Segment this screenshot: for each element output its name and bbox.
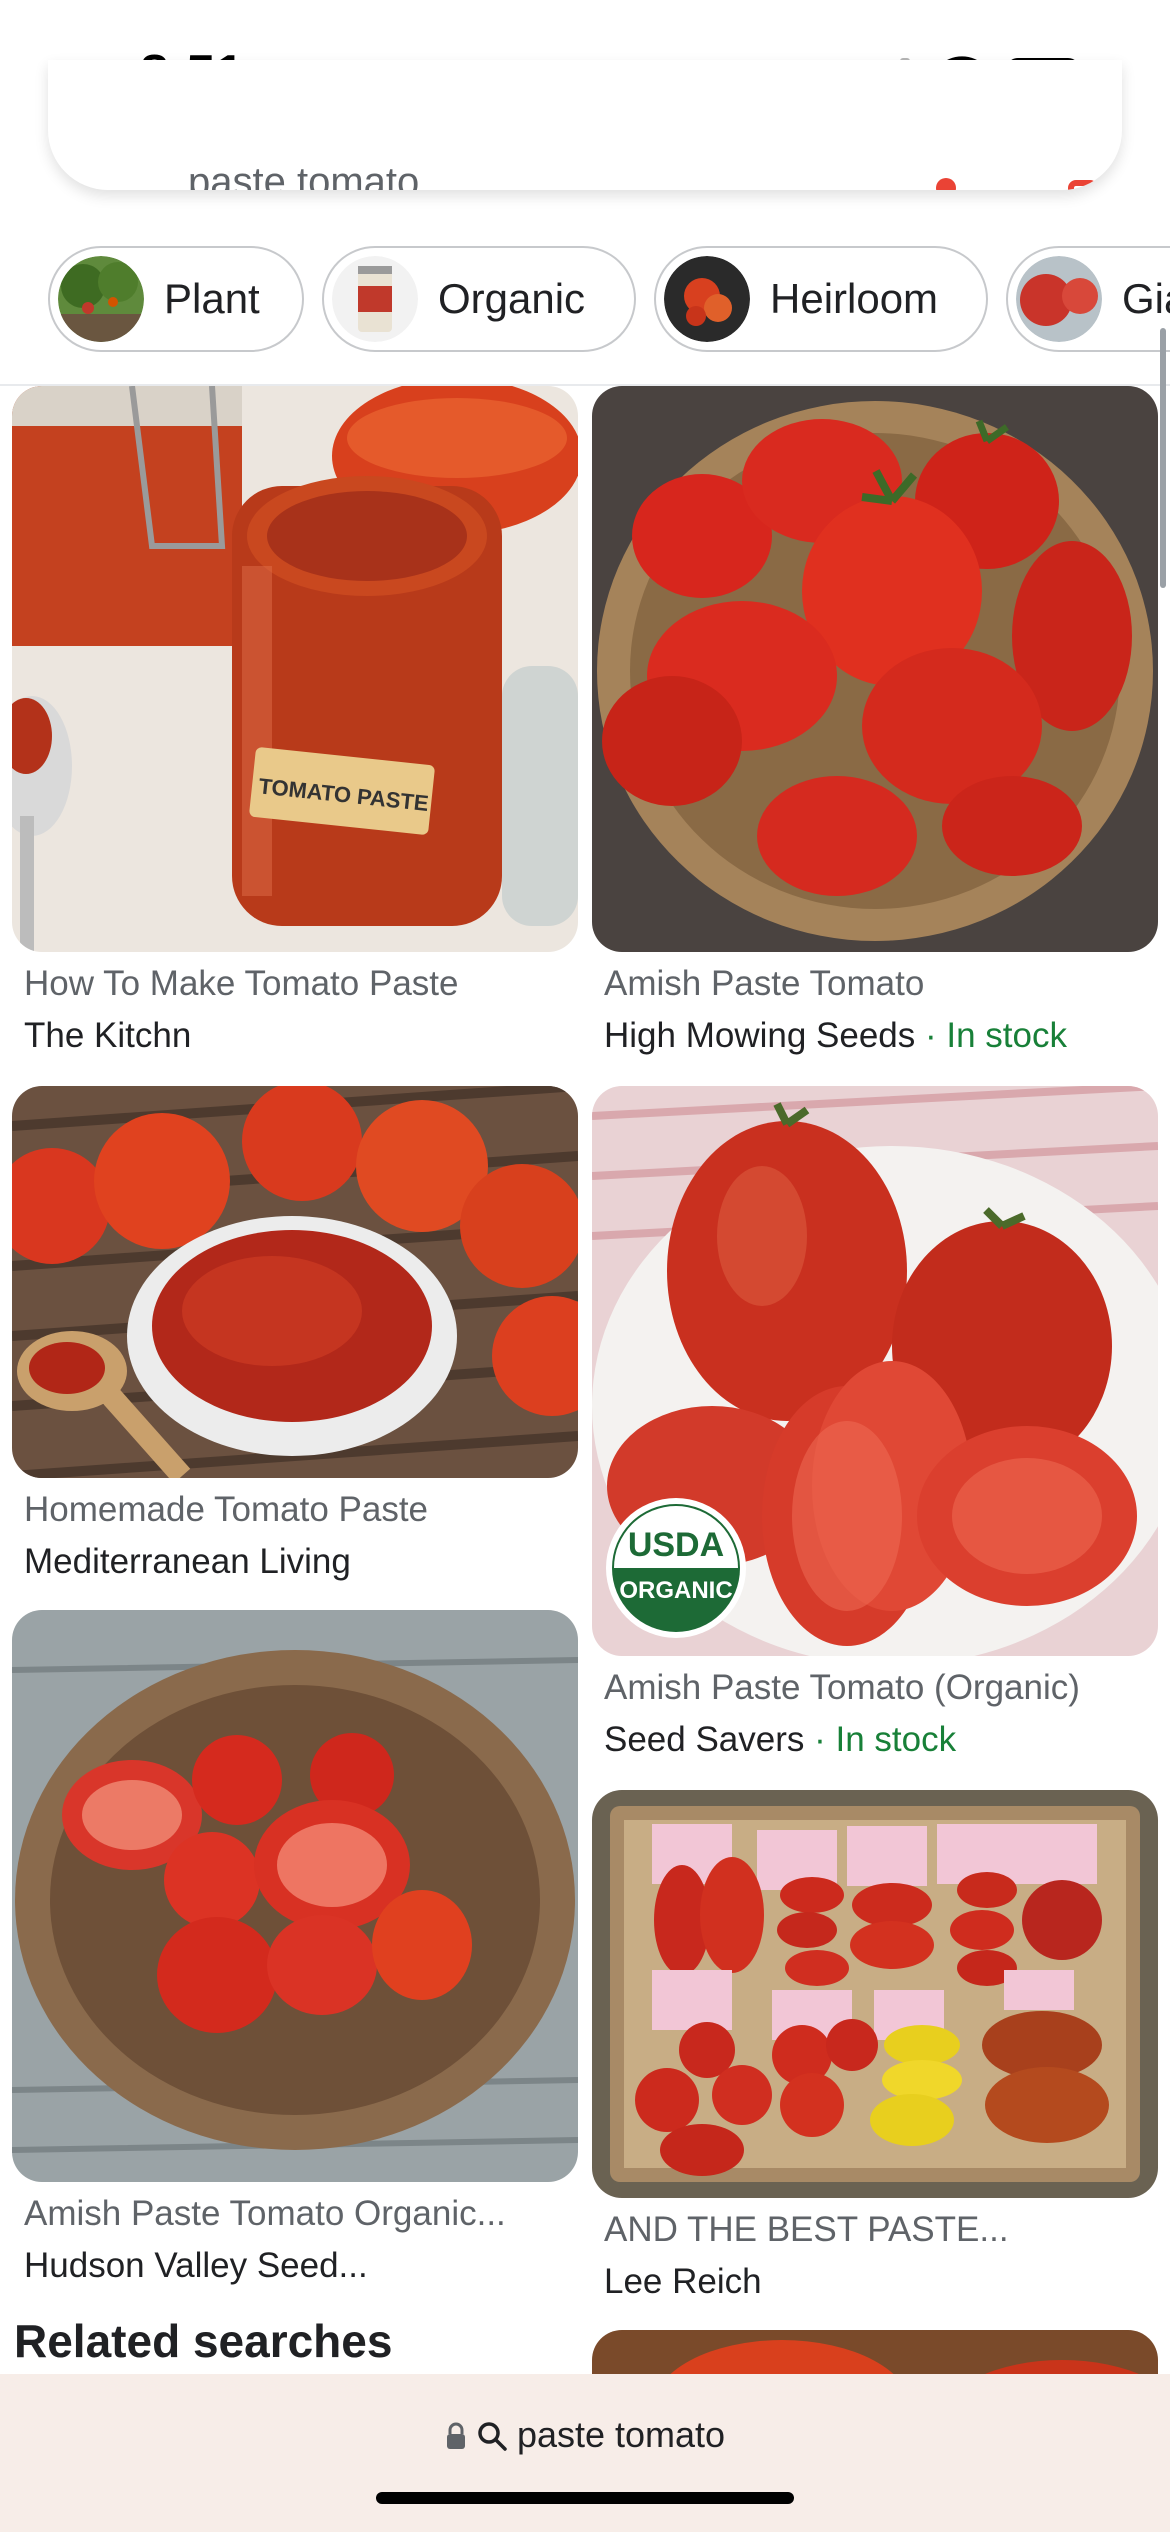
- result-title[interactable]: AND THE BEST PASTE...: [604, 2210, 1009, 2250]
- result-title[interactable]: How To Make Tomato Paste: [24, 964, 458, 1004]
- chip-giant[interactable]: Gia: [1006, 246, 1170, 352]
- paste-tomato-varieties-image: [592, 1790, 1158, 2198]
- result-title[interactable]: Amish Paste Tomato: [604, 964, 924, 1004]
- lens-icon[interactable]: [1068, 180, 1098, 190]
- usda-seal-bottom: ORGANIC: [619, 1577, 732, 1604]
- url-query: paste tomato: [516, 2414, 726, 2455]
- chip-label: Heirloom: [770, 275, 939, 322]
- result-image-4[interactable]: USDA ORGANIC: [592, 1086, 1158, 1656]
- result-source: High Mowing Seeds · In stock: [604, 1016, 1067, 1056]
- filter-chips: Plant Organic Heirloom Gi: [0, 246, 1170, 358]
- source-name: The Kitchn: [24, 1016, 192, 1055]
- lock-icon: [446, 2422, 465, 2449]
- chip-plant-thumbnail: [58, 256, 144, 342]
- in-stock-label: · In stock: [804, 1720, 957, 1759]
- result-source: Hudson Valley Seed...: [24, 2246, 368, 2286]
- tomato-paste-jar-image: TOMATO PASTE: [12, 386, 578, 952]
- tomato-basket-image: [592, 386, 1158, 952]
- chip-plant[interactable]: Plant: [48, 246, 304, 352]
- result-title[interactable]: Amish Paste Tomato Organic...: [24, 2194, 506, 2234]
- url-bar[interactable]: paste tomato: [0, 2374, 1170, 2532]
- chip-heirloom[interactable]: Heirloom: [654, 246, 988, 352]
- result-source: The Kitchn: [24, 1016, 191, 1056]
- search-bar[interactable]: paste tomato: [48, 60, 1122, 190]
- source-name: High Mowing Seeds: [604, 1016, 916, 1055]
- chip-heirloom-thumbnail: [664, 256, 750, 342]
- result-title[interactable]: Homemade Tomato Paste: [24, 1490, 428, 1530]
- chip-organic-thumbnail: [332, 256, 418, 342]
- tomatoes-wooden-bowl-image: [12, 1610, 578, 2182]
- in-stock-label: · In stock: [915, 1016, 1067, 1055]
- url-text[interactable]: paste tomato: [0, 2414, 1170, 2456]
- source-name: Hudson Valley Seed...: [24, 2246, 368, 2285]
- amish-paste-organic-image: USDA ORGANIC: [592, 1086, 1158, 1656]
- result-source: Lee Reich: [604, 2262, 762, 2302]
- result-title[interactable]: Amish Paste Tomato (Organic): [604, 1668, 1080, 1708]
- result-image-6[interactable]: [592, 1790, 1158, 2198]
- chip-label: Plant: [164, 275, 260, 322]
- source-name: Lee Reich: [604, 2262, 762, 2301]
- result-image-2[interactable]: [592, 386, 1158, 952]
- home-indicator[interactable]: [376, 2492, 794, 2504]
- chip-label: Gia: [1122, 275, 1170, 322]
- scrollbar[interactable]: [1160, 328, 1166, 588]
- result-image-3[interactable]: [12, 1086, 578, 1478]
- result-image-1[interactable]: TOMATO PASTE: [12, 386, 578, 952]
- search-input[interactable]: paste tomato: [188, 160, 419, 190]
- result-source: Seed Savers · In stock: [604, 1720, 956, 1760]
- chip-label: Organic: [438, 275, 586, 322]
- source-name: Mediterranean Living: [24, 1542, 351, 1581]
- result-image-5[interactable]: [12, 1610, 578, 2182]
- voice-search-icon[interactable]: [936, 178, 956, 190]
- usda-seal-top: USDA: [628, 1526, 724, 1564]
- related-searches-heading: Related searches: [14, 2315, 393, 2367]
- homemade-paste-bowl-image: [12, 1086, 578, 1478]
- result-source: Mediterranean Living: [24, 1542, 351, 1582]
- chip-giant-thumbnail: [1016, 256, 1102, 342]
- source-name: Seed Savers: [604, 1720, 805, 1759]
- chip-organic[interactable]: Organic: [322, 246, 636, 352]
- search-icon: [478, 2422, 507, 2451]
